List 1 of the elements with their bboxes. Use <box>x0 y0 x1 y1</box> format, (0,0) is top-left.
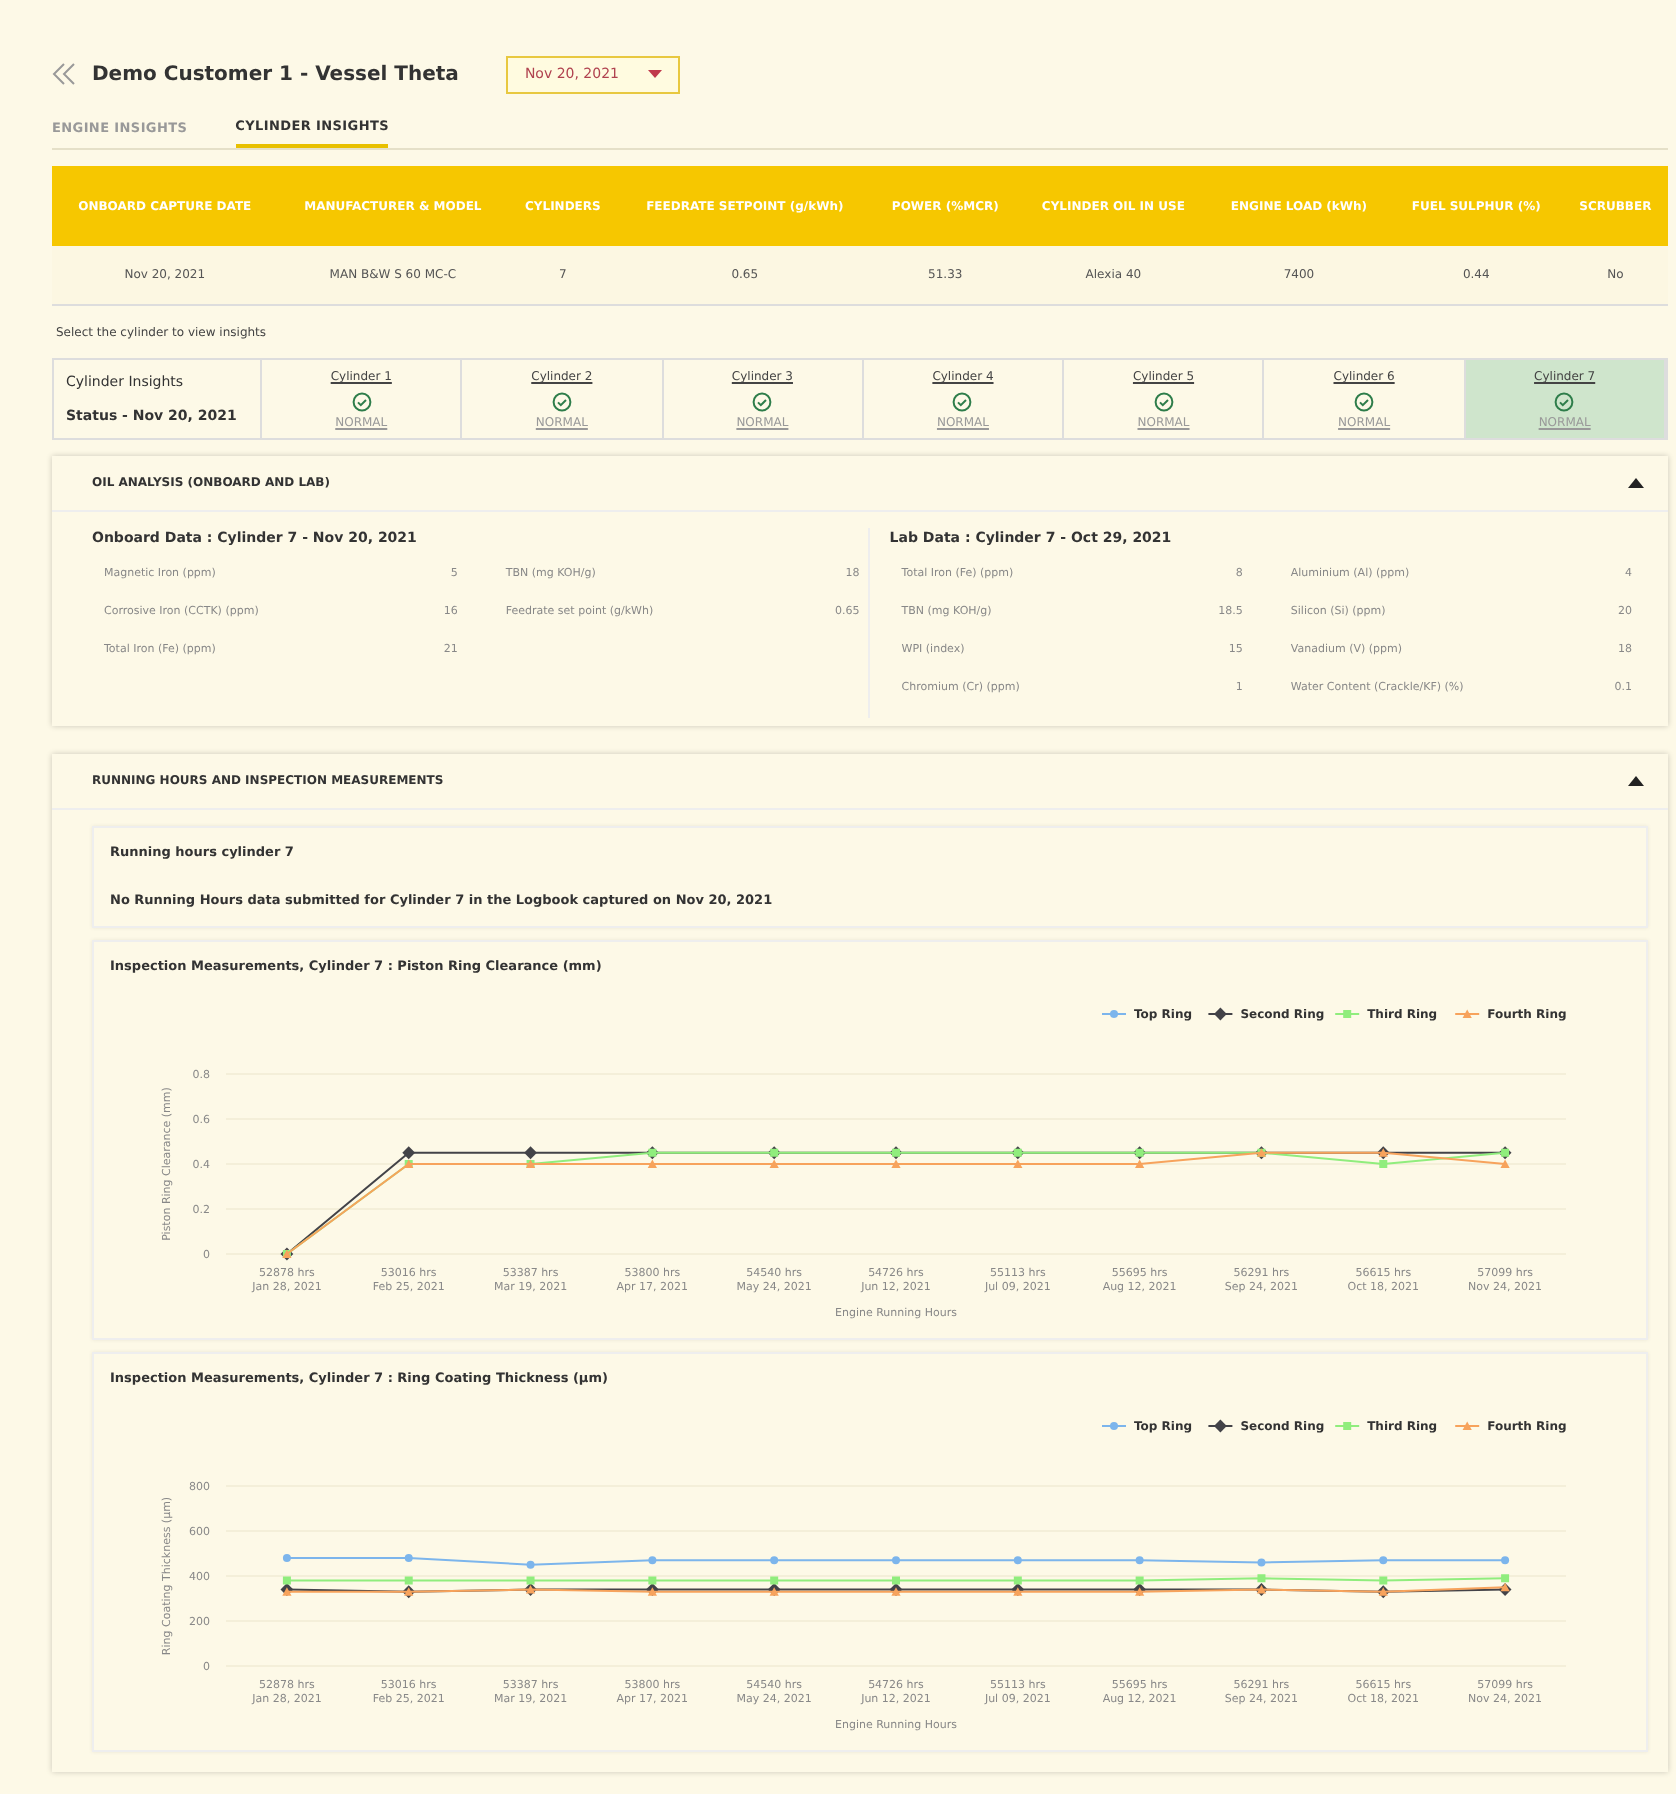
page-title: Demo Customer 1 - Vessel Theta <box>92 61 459 90</box>
